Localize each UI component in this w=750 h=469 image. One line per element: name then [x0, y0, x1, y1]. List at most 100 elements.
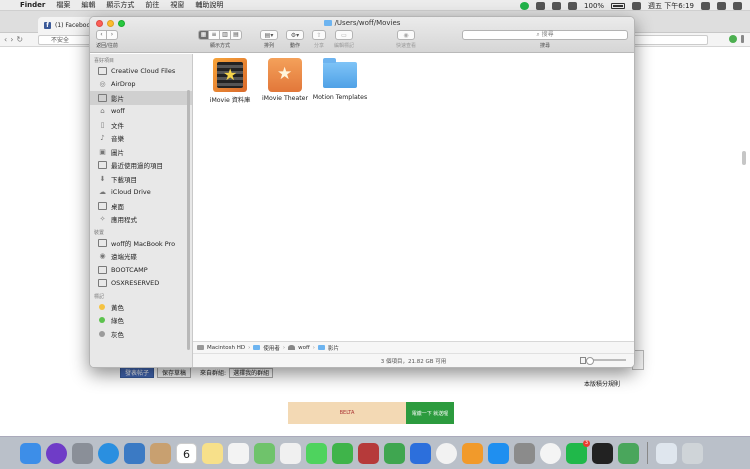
- photos-icon[interactable]: [280, 442, 301, 464]
- spotlight-icon[interactable]: [701, 1, 710, 10]
- status-text: 3 個項目，21.82 GB 可用: [380, 358, 447, 365]
- forward-button[interactable]: ›: [107, 30, 118, 40]
- menubar-clock[interactable]: 週五 下午6:19: [648, 1, 694, 11]
- sync-tray-icon[interactable]: [536, 1, 546, 10]
- chevron-right-icon: ›: [282, 344, 286, 351]
- sidebar-item-downloads[interactable]: ⬇ 下載項目: [90, 172, 192, 186]
- menu-view[interactable]: 顯示方式: [106, 0, 134, 10]
- sidebar-item-recents[interactable]: 最近使用過的項目: [90, 159, 192, 173]
- sidebar-tag-gray[interactable]: 灰色: [90, 327, 192, 341]
- sidebar-item-movies[interactable]: 影片: [90, 91, 192, 105]
- battery-icon[interactable]: [611, 2, 626, 9]
- path-item[interactable]: woff: [298, 345, 310, 351]
- path-bar: Macintosh HD › 使用者 › woff › 影片: [193, 342, 634, 354]
- share-control: ⇧ 分享: [312, 30, 326, 49]
- icon-view-button[interactable]: ▦: [198, 30, 209, 40]
- chrome-icon[interactable]: [540, 442, 561, 464]
- menu-file[interactable]: 檔案: [56, 0, 70, 10]
- sidebar-item-airdrop[interactable]: ◎ AirDrop: [90, 78, 192, 92]
- dock: 63: [0, 436, 750, 469]
- path-item[interactable]: 使用者: [263, 344, 280, 352]
- menu-window[interactable]: 視窗: [170, 0, 184, 10]
- sidebar-item-icloud[interactable]: ☁ iCloud Drive: [90, 186, 192, 200]
- sidebar-item-bootcamp[interactable]: BOOTCAMP: [90, 263, 192, 277]
- notes-icon[interactable]: [202, 442, 223, 464]
- ibooks-icon[interactable]: [462, 442, 483, 464]
- line-tray-icon[interactable]: [520, 1, 530, 10]
- sidebar-tag-yellow[interactable]: 黃色: [90, 300, 192, 314]
- browser-scrollbar[interactable]: [742, 151, 746, 165]
- column-view-button[interactable]: ▥: [220, 30, 231, 40]
- back-button[interactable]: ‹: [96, 30, 107, 40]
- sidebar-item-home[interactable]: ⌂ woff: [90, 105, 192, 119]
- search-input[interactable]: ⌕ 搜尋: [462, 30, 628, 40]
- tag-icon[interactable]: ▭: [335, 30, 353, 40]
- menu-icon[interactable]: [741, 35, 744, 43]
- menu-help[interactable]: 輔助說明: [195, 0, 223, 10]
- arrange-button[interactable]: ▤▾: [260, 30, 278, 40]
- extension-icon[interactable]: [729, 35, 737, 43]
- keynote-icon[interactable]: [410, 442, 431, 464]
- siri-icon[interactable]: [46, 442, 67, 464]
- itunes-icon[interactable]: [436, 442, 457, 464]
- path-item[interactable]: 影片: [328, 344, 339, 352]
- board-rule-link[interactable]: 本版積分規則: [584, 379, 620, 388]
- share-icon[interactable]: ⇧: [312, 30, 326, 40]
- photo-booth-icon[interactable]: [358, 442, 379, 464]
- safari-icon[interactable]: [98, 442, 119, 464]
- sidebar-item-osxreserved[interactable]: OSXRESERVED: [90, 277, 192, 291]
- list-view-button[interactable]: ≡: [209, 30, 220, 40]
- sidebar-item-documents[interactable]: ▯ 文件: [90, 118, 192, 132]
- sidebar-item-music[interactable]: ♪ 音樂: [90, 132, 192, 146]
- browser-nav-icon[interactable]: ‹›↻: [4, 35, 26, 44]
- notification-center-icon[interactable]: [733, 1, 742, 10]
- calendar-icon[interactable]: 6: [176, 442, 197, 464]
- reminders-icon[interactable]: [228, 442, 249, 464]
- system-preferences-icon[interactable]: [514, 442, 535, 464]
- facetime-icon[interactable]: [332, 442, 353, 464]
- sidebar-item-pictures[interactable]: ▣ 圖片: [90, 145, 192, 159]
- mail-stamp-icon[interactable]: [124, 442, 145, 464]
- launchpad-icon[interactable]: [72, 442, 93, 464]
- post-button[interactable]: 發表帖子: [120, 367, 155, 378]
- gallery-view-button[interactable]: ▤: [231, 30, 242, 40]
- sidebar-item-macbook[interactable]: woff的 MacBook Pro: [90, 236, 192, 250]
- path-item[interactable]: Macintosh HD: [207, 345, 245, 351]
- finder-titlebar: /Users/woff/Movies ‹ › 返回/往前 ▦ ≡ ▥ ▤ 顯示方…: [90, 17, 634, 53]
- app-store-icon[interactable]: [488, 442, 509, 464]
- post-actions: 發表帖子 保存草稿 來自群組: 選擇我的群組: [120, 367, 274, 378]
- finder-icon[interactable]: [20, 442, 41, 464]
- input-source-icon[interactable]: [632, 1, 642, 10]
- sidebar-item-creative-cloud[interactable]: Creative Cloud Files: [90, 64, 192, 78]
- sidebar-item-desktop[interactable]: 桌面: [90, 199, 192, 213]
- menu-edit[interactable]: 編輯: [81, 0, 95, 10]
- messages-icon[interactable]: [306, 442, 327, 464]
- folder-stack-icon[interactable]: [656, 442, 677, 464]
- sidebar-item-remote-disc[interactable]: ◉ 遠端光碟: [90, 250, 192, 264]
- contacts-icon[interactable]: [150, 442, 171, 464]
- sidebar-scrollbar[interactable]: [187, 90, 190, 350]
- sidebar-item-applications[interactable]: ✧ 應用程式: [90, 213, 192, 227]
- save-draft-button[interactable]: 保存草稿: [157, 367, 192, 378]
- ad-banner[interactable]: BELTA 電繳一下 就送喔: [288, 402, 454, 424]
- arrange-label: 排列: [263, 43, 274, 49]
- sidebar-tag-green[interactable]: 綠色: [90, 314, 192, 328]
- bluetooth-tray-icon[interactable]: [552, 1, 562, 10]
- icon-size-slider[interactable]: [580, 357, 626, 365]
- eye-icon[interactable]: ◉: [397, 30, 415, 40]
- group-select[interactable]: 選擇我的群組: [229, 367, 274, 378]
- terminal-icon[interactable]: [592, 442, 613, 464]
- menu-go[interactable]: 前往: [145, 0, 159, 10]
- numbers-icon[interactable]: [384, 442, 405, 464]
- wifi-icon[interactable]: [568, 1, 578, 10]
- trash-icon[interactable]: [682, 442, 703, 464]
- user-icon[interactable]: [717, 1, 726, 10]
- file-item[interactable]: Motion Templates: [307, 58, 373, 101]
- android-studio-icon[interactable]: [618, 442, 639, 464]
- maps-icon[interactable]: [254, 442, 275, 464]
- menu-app-finder[interactable]: Finder: [20, 1, 45, 9]
- imovie-theater-icon: [268, 58, 302, 92]
- documents-icon: ▯: [100, 120, 105, 129]
- line-icon[interactable]: 3: [566, 439, 590, 464]
- action-gear-icon[interactable]: ⚙▾: [286, 30, 304, 40]
